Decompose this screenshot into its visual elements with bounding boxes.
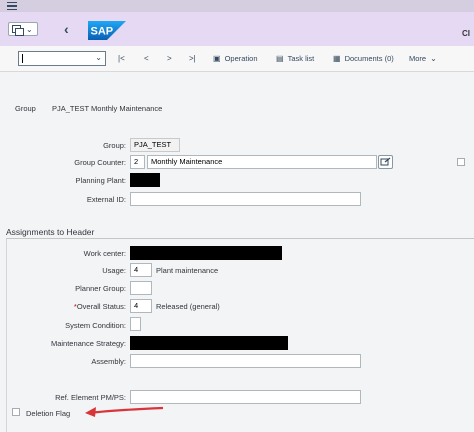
back-icon[interactable]: ‹ (64, 21, 69, 37)
deletion-flag-label: Deletion Flag (26, 409, 71, 418)
group-counter-description-field[interactable]: Monthly Maintenance (147, 155, 377, 169)
section-divider (6, 238, 474, 239)
maintenance-strategy-field (130, 336, 288, 350)
shell-bar: ⌄ ‹ SAP CI (0, 12, 474, 46)
group-field: PJA_TEST (130, 138, 180, 152)
task-list-icon: ▤ (276, 54, 284, 63)
system-condition-field[interactable] (130, 317, 141, 331)
usage-field[interactable]: 4 (130, 263, 152, 277)
operation-icon: ▣ (213, 54, 221, 63)
documents-label: Documents (0) (344, 54, 394, 63)
header-group-value: PJA_TEST Monthly Maintenance (52, 104, 163, 113)
overall-status-label: *Overall Status: (30, 302, 126, 311)
command-field[interactable]: ⌄ (18, 51, 106, 66)
section-title-assignments: Assignments to Header (6, 227, 95, 237)
assembly-label: Assembly: (91, 357, 126, 366)
task-list-button[interactable]: ▤ Task list (276, 54, 314, 63)
search-help-button[interactable] (378, 155, 393, 169)
transaction-menu-button[interactable]: ⌄ (8, 22, 38, 36)
dropdown-icon[interactable]: ⌄ (95, 53, 102, 62)
work-center-field (130, 246, 282, 260)
external-id-field[interactable] (130, 192, 361, 206)
transaction-icon (11, 23, 24, 36)
assembly-field[interactable] (130, 354, 361, 368)
planner-group-label: Planner Group: (75, 284, 126, 293)
search-help-icon (380, 157, 391, 166)
last-page-icon[interactable]: >| (189, 54, 196, 63)
chevron-down-icon: ⌄ (26, 24, 33, 34)
previous-page-icon[interactable]: < (144, 54, 149, 63)
planner-group-field[interactable] (130, 281, 152, 295)
external-id-label: External ID: (86, 195, 126, 204)
text-cursor (22, 54, 23, 63)
section-border (6, 239, 7, 432)
system-condition-label: System Condition: (65, 321, 126, 330)
side-checkbox[interactable] (457, 158, 465, 166)
overall-status-field[interactable]: 4 (130, 299, 152, 313)
menu-icon[interactable] (7, 2, 17, 10)
deletion-flag-checkbox[interactable] (12, 408, 20, 416)
more-label: More (409, 54, 427, 63)
usage-text: Plant maintenance (156, 266, 219, 275)
chevron-down-icon: ⌄ (430, 54, 437, 63)
next-page-icon[interactable]: > (167, 54, 172, 63)
header-group-label: Group (15, 104, 36, 113)
overall-status-text: Released (general) (156, 302, 220, 311)
documents-button[interactable]: ▦ Documents (0) (333, 54, 394, 63)
top-strip (0, 0, 474, 12)
more-button[interactable]: More ⌄ (409, 54, 437, 63)
first-page-icon[interactable]: |< (118, 54, 125, 63)
usage-label: Usage: (102, 266, 126, 275)
overall-status-label-text: Overall Status: (76, 302, 126, 311)
page-title: CI (462, 29, 470, 38)
sap-logo: SAP (88, 21, 126, 40)
group-counter-label: Group Counter: (74, 158, 126, 167)
group-counter-field[interactable]: 2 (130, 155, 145, 169)
planning-plant-label: Planning Plant: (75, 176, 126, 185)
toolbar: ⌄ |< < > >| ▣ Operation ▤ Task list ▦ Do… (0, 46, 474, 72)
work-center-label: Work center: (83, 249, 126, 258)
maintenance-strategy-label: Maintenance Strategy: (50, 339, 126, 348)
red-arrow (85, 406, 164, 417)
operation-button[interactable]: ▣ Operation (213, 54, 258, 63)
planning-plant-field (130, 173, 160, 187)
group-label: Group: (103, 141, 126, 150)
sap-logo-text: SAP (91, 26, 114, 38)
documents-icon: ▦ (333, 54, 341, 63)
task-list-label: Task list (287, 54, 315, 63)
operation-label: Operation (224, 54, 258, 63)
